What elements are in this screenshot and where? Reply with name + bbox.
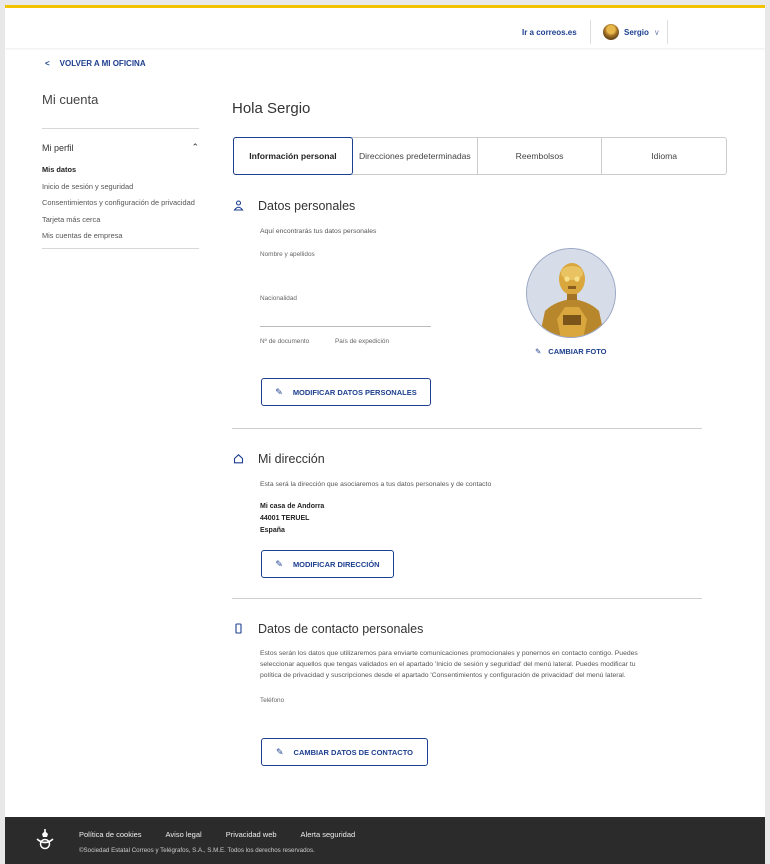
pencil-icon: ✎ (275, 558, 283, 569)
section-title: Datos personales (258, 198, 356, 213)
description-line: política de privacidad y suscripciones d… (260, 672, 626, 679)
footer-link-alerta[interactable]: Alerta seguridad (301, 830, 356, 839)
footer-link-privacidad[interactable]: Privacidad web (226, 830, 277, 839)
avatar (603, 24, 619, 40)
sidebar-item-tarjeta[interactable]: Tarjeta más cerca (42, 215, 199, 225)
section-description: Esta será la dirección que asociaremos a… (260, 481, 492, 488)
tab-informacion-personal[interactable]: Información personal (233, 137, 353, 175)
chevron-left-icon: < (45, 59, 50, 68)
address-line-1: Mi casa de Andorra (260, 503, 325, 510)
header-divider (590, 20, 591, 44)
divider (232, 598, 702, 599)
divider (42, 247, 199, 249)
tab-bar: Información personal Direcciones predete… (233, 137, 727, 175)
sidebar-title: Mi cuenta (42, 92, 99, 107)
address-line-3: España (260, 527, 285, 534)
pencil-icon: ✎ (276, 746, 284, 757)
description-line: seleccionar aquellos que tengas validado… (260, 661, 636, 668)
tab-idioma[interactable]: Idioma (602, 138, 726, 174)
sidebar-item-consentimientos[interactable]: Consentimientos y configuración de priva… (42, 198, 199, 208)
footer-copyright: ©Sociedad Estatal Correos y Telégrafos, … (79, 847, 315, 854)
name-label: Nombre y apellidos (260, 251, 315, 258)
document-label: Nº de documento (260, 338, 310, 345)
back-link[interactable]: < VOLVER A MI OFICINA (45, 59, 146, 68)
section-header: Datos de contacto personales (231, 621, 706, 636)
header-divider (667, 20, 668, 44)
profile-photo (526, 248, 616, 338)
person-icon (231, 198, 246, 213)
footer-links: Política de cookies Aviso legal Privacid… (79, 830, 355, 839)
section-title: Mi dirección (258, 451, 325, 466)
pencil-icon: ✎ (535, 347, 542, 356)
correos-logo (33, 828, 57, 852)
user-name: Sergio (624, 27, 649, 37)
sidebar-item-mis-datos[interactable]: Mis datos (42, 165, 199, 175)
sidebar-section-mi-perfil[interactable]: Mi perfil ⌃ (42, 142, 199, 153)
footer: Política de cookies Aviso legal Privacid… (5, 817, 765, 864)
tab-direcciones[interactable]: Direcciones predeterminadas (353, 138, 478, 174)
chevron-down-icon: ∨ (653, 27, 660, 37)
section-datos-contacto: Datos de contacto personales (231, 621, 706, 636)
correos-link[interactable]: Ir a correos.es (522, 28, 577, 37)
home-icon (231, 451, 246, 466)
sidebar: Mi cuenta Mi perfil ⌃ Mis datos Inicio d… (42, 85, 199, 249)
issuing-country-label: País de expedición (335, 338, 390, 345)
section-description: Estos serán los datos que utilizaremos p… (260, 648, 720, 681)
change-photo-label: CAMBIAR FOTO (548, 347, 607, 356)
sidebar-item-cuentas-empresa[interactable]: Mis cuentas de empresa (42, 231, 199, 241)
button-label: CAMBIAR DATOS DE CONTACTO (293, 747, 413, 757)
section-datos-personales: Datos personales (231, 198, 706, 213)
back-link-label: VOLVER A MI OFICINA (59, 59, 146, 68)
section-description: Aquí encontrarás tus datos personales (260, 228, 377, 235)
page-title: Hola Sergio (232, 100, 311, 117)
pencil-icon: ✎ (275, 386, 283, 397)
tab-reembolsos[interactable]: Reembolsos (478, 138, 603, 174)
phone-label: Teléfono (260, 697, 285, 704)
address-block: Mi casa de Andorra 44001 TERUEL España (260, 501, 324, 537)
footer-link-cookies[interactable]: Política de cookies (79, 830, 142, 839)
button-label: MODIFICAR DATOS PERSONALES (292, 387, 417, 397)
modify-address-button[interactable]: ✎ MODIFICAR DIRECCIÓN (261, 550, 394, 578)
footer-link-aviso-legal[interactable]: Aviso legal (166, 830, 202, 839)
section-header: Mi dirección (231, 451, 706, 466)
nationality-label: Nacionalidad (260, 295, 297, 302)
sidebar-items: Mis datos Inicio de sesión y seguridad C… (42, 165, 199, 241)
user-menu[interactable]: Sergio ∨ (603, 22, 660, 42)
section-header: Datos personales (231, 198, 706, 213)
address-line-2: 44001 TERUEL (260, 515, 310, 522)
divider (232, 428, 702, 429)
button-label: MODIFICAR DIRECCIÓN (292, 559, 380, 569)
divider (42, 128, 199, 129)
modify-personal-data-button[interactable]: ✎ MODIFICAR DATOS PERSONALES (261, 378, 431, 406)
description-line: Estos serán los datos que utilizaremos p… (260, 650, 638, 657)
section-title: Datos de contacto personales (258, 621, 424, 636)
field-underline (260, 326, 431, 327)
page: Ir a correos.es Sergio ∨ < VOLVER A MI O… (5, 5, 765, 864)
sidebar-item-inicio-sesion[interactable]: Inicio de sesión y seguridad (42, 182, 199, 192)
chevron-up-icon: ⌃ (191, 142, 199, 152)
change-contact-button[interactable]: ✎ CAMBIAR DATOS DE CONTACTO (261, 738, 428, 766)
phone-icon (231, 621, 246, 636)
section-mi-direccion: Mi dirección (231, 451, 706, 466)
top-header: Ir a correos.es Sergio ∨ (5, 8, 765, 48)
change-photo-link[interactable]: ✎ CAMBIAR FOTO (535, 347, 607, 356)
sidebar-section-label: Mi perfil (42, 142, 74, 153)
